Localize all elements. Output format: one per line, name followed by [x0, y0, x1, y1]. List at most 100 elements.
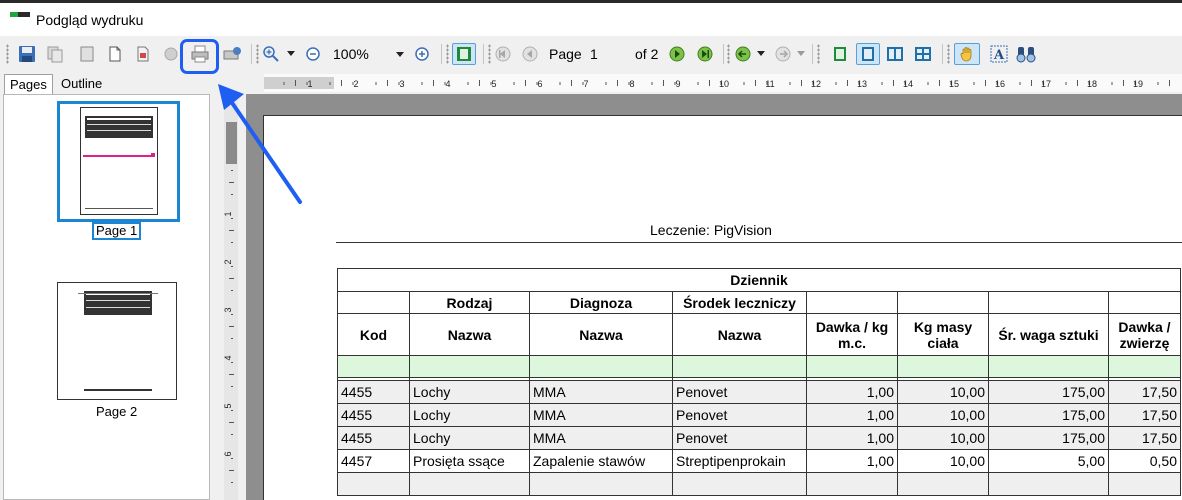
page-setup-icon[interactable]: [76, 43, 98, 65]
ruler-number: 6: [537, 79, 542, 89]
header-cell: [337, 291, 410, 314]
next-page-icon[interactable]: [667, 43, 687, 65]
save-icon[interactable]: [16, 43, 38, 65]
header-cell: Nazwa: [529, 313, 673, 356]
stop-icon[interactable]: [160, 43, 182, 65]
ruler-tick: [229, 422, 234, 423]
find-icon[interactable]: [1015, 43, 1037, 65]
forward-dropdown-icon[interactable]: [796, 43, 806, 65]
copy-icon[interactable]: [44, 43, 66, 65]
thumbnail-page-1[interactable]: [80, 107, 158, 215]
toolbar-grip[interactable]: [6, 44, 9, 64]
toolbar-grip[interactable]: [817, 44, 820, 64]
ruler-tick: [651, 82, 653, 85]
toolbar-grip[interactable]: [446, 44, 449, 64]
table-cell: 1,00: [806, 426, 898, 450]
table-cell: [806, 472, 898, 496]
previous-page-icon[interactable]: [520, 43, 540, 65]
table-cell: 17,50: [1108, 426, 1181, 450]
header-cell: Diagnoza: [529, 291, 673, 314]
toolbar-grip[interactable]: [947, 44, 950, 64]
header-cell: Dawka / kg m.c.: [806, 313, 898, 356]
table-cell: [672, 355, 807, 378]
table-cell: Streptipenprokain: [672, 449, 807, 473]
ruler-tick: [283, 82, 285, 85]
zoom-in-icon[interactable]: [261, 43, 281, 65]
table-cell: [897, 472, 989, 496]
text-select-icon[interactable]: A: [988, 43, 1010, 65]
table-cell: 10,00: [897, 380, 989, 404]
ruler-number: 16: [995, 79, 1005, 89]
zoom-out-icon[interactable]: [303, 43, 323, 65]
single-page-icon[interactable]: [829, 43, 851, 65]
thumbnail-page-2-preview: [78, 291, 158, 391]
ruler-number: 4: [445, 79, 450, 89]
zoom-dropdown-icon[interactable]: [286, 43, 296, 65]
thumbnail-label-page-1[interactable]: Page 1: [92, 222, 142, 240]
tab-pages[interactable]: Pages: [4, 74, 53, 96]
zoom-select[interactable]: 100%: [330, 44, 410, 64]
last-page-icon[interactable]: [695, 43, 715, 65]
table-cell: 10,00: [897, 426, 989, 450]
horizontal-ruler: 1 2 3 4 5 6 7 8 9 10 11 12 13 14 15 16 17 18 19: [264, 74, 1182, 92]
first-page-icon[interactable]: [493, 43, 513, 65]
ruler-tick: [1065, 82, 1067, 85]
back-dropdown-icon[interactable]: [756, 43, 766, 65]
zoom-value: 100%: [333, 46, 369, 62]
ruler-tick: [231, 170, 233, 171]
table-row: 4455 Lochy MMA Penovet 1,00 10,00 175,00…: [337, 426, 1181, 450]
ruler-tick: [229, 470, 234, 471]
new-page-icon[interactable]: [104, 43, 126, 65]
fit-page-icon[interactable]: [856, 43, 880, 65]
ruler-tick: [525, 80, 526, 86]
chevron-down-icon: [396, 52, 404, 57]
table-cell: [1108, 472, 1181, 496]
toolbar-grip[interactable]: [488, 44, 491, 64]
ruler-tick: [1077, 80, 1078, 86]
four-pages-icon[interactable]: [912, 43, 934, 65]
toolbar-grip[interactable]: [727, 44, 730, 64]
thumbnail-label-page-2[interactable]: Page 2: [96, 404, 137, 419]
table-cell: 1,00: [806, 403, 898, 427]
hand-tool-icon[interactable]: [954, 43, 980, 65]
ruler-tick: [387, 80, 388, 86]
export-icon[interactable]: [132, 43, 154, 65]
table-cell: [672, 472, 807, 496]
header-cell: [897, 291, 989, 314]
table-cell: Penovet: [672, 380, 807, 404]
toolbar-grip[interactable]: [256, 44, 259, 64]
print-setup-icon[interactable]: [221, 43, 243, 65]
thumbnail-page-2[interactable]: [57, 282, 177, 400]
table-cell: 4455: [337, 403, 410, 427]
ruler-number: 12: [811, 79, 821, 89]
preview-area[interactable]: Leczenie: PigVision Dziennik Rodzaj Diag…: [246, 94, 1182, 500]
table-cell: 10,00: [897, 403, 989, 427]
ruler-tick: [743, 82, 745, 85]
tab-outline[interactable]: Outline: [56, 74, 107, 96]
two-pages-icon[interactable]: [884, 43, 906, 65]
table-cell: [529, 472, 673, 496]
ruler-tick: [1031, 80, 1032, 86]
ruler-tick: [927, 82, 929, 85]
header-cell: Rodzaj: [409, 291, 530, 314]
horizontal-ruler-ticks: 1 2 3 4 5 6 7 8 9 10 11 12 13 14 15 16 17 18 19: [283, 79, 1170, 89]
report-page: Leczenie: PigVision Dziennik Rodzaj Diag…: [264, 116, 1182, 500]
ruler-tick: [847, 80, 848, 86]
toolbar-separator: [812, 44, 813, 64]
page-number-input[interactable]: [586, 44, 628, 64]
ruler-tick: [231, 482, 233, 483]
table-cell: 4457: [337, 449, 410, 473]
thumbnails-toggle-icon[interactable]: [452, 43, 476, 65]
forward-icon[interactable]: [773, 43, 793, 65]
group-header: Dziennik: [337, 268, 1181, 292]
thumbnails-panel: Page 1 Page 2: [3, 94, 210, 500]
table-cell: 10,00: [897, 449, 989, 473]
table-row: 4455 Lochy MMA Penovet 1,00 10,00 175,00…: [337, 380, 1181, 404]
back-icon[interactable]: [733, 43, 753, 65]
ruler-tick: [229, 182, 234, 183]
ruler-number: 5: [491, 79, 496, 89]
ruler-tick: [433, 80, 434, 86]
table-cell: [1108, 355, 1181, 378]
zoom-plus-icon[interactable]: [412, 43, 432, 65]
ruler-tick: [835, 82, 837, 85]
